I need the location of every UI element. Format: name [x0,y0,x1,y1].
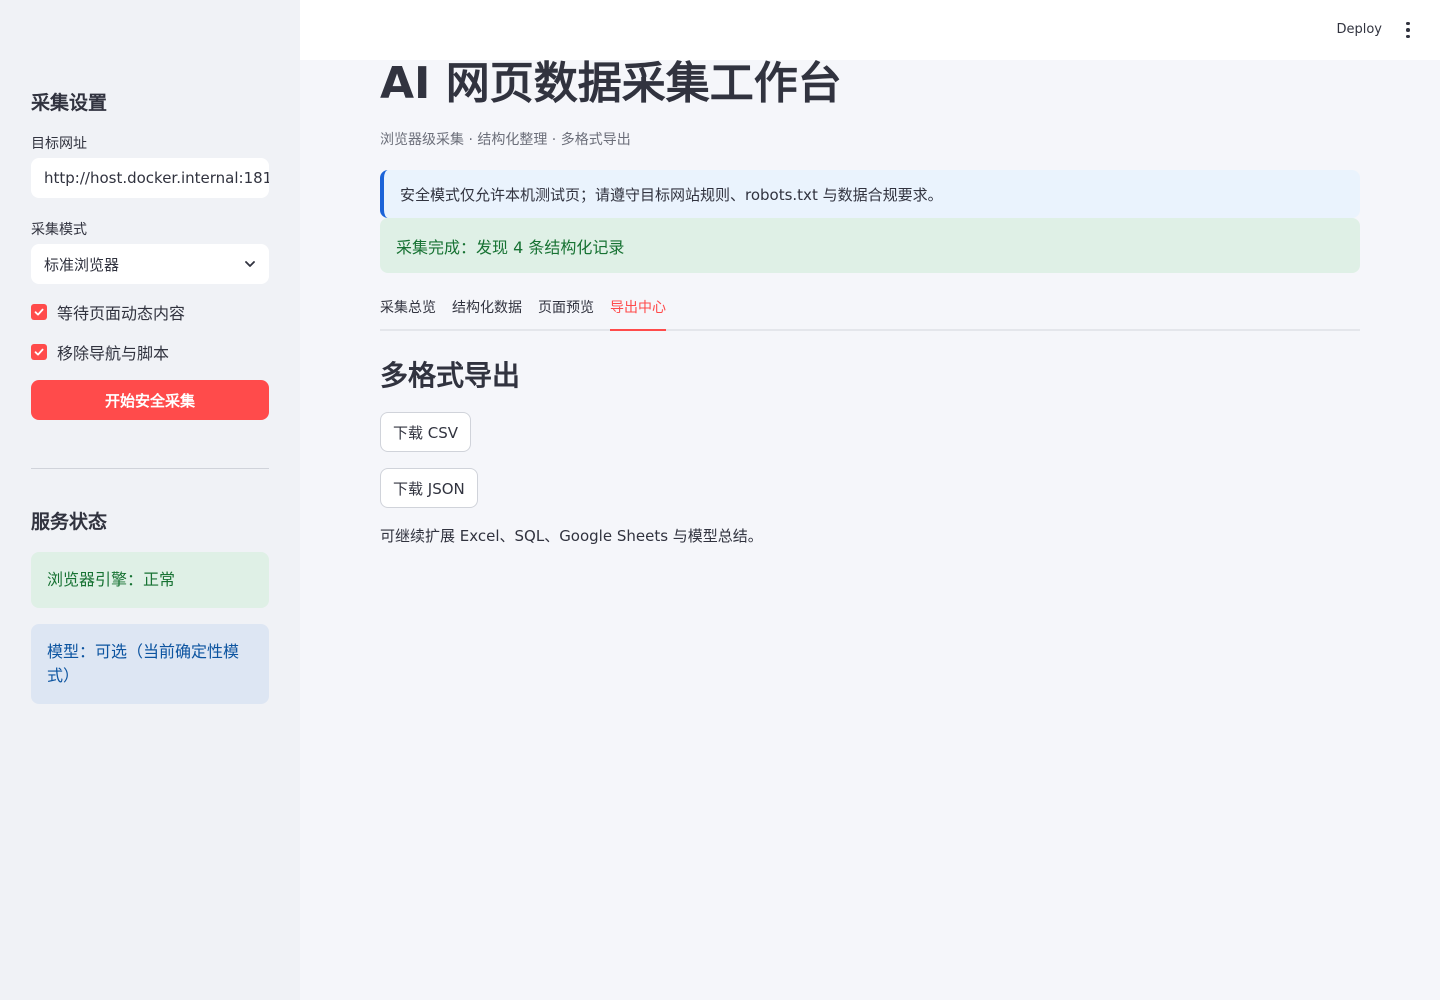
model-status-badge: 模型：可选（当前确定性模式） [31,624,269,704]
section-title: 多格式导出 [380,359,521,392]
tab-bar: 采集总览 结构化数据 页面预览 导出中心 [380,293,1360,331]
sidebar-divider [31,468,269,469]
tab-structured-data[interactable]: 结构化数据 [452,293,522,329]
download-csv-button[interactable]: 下载 CSV [380,412,472,452]
mode-select-value: 标准浏览器 [44,255,120,274]
url-label: 目标网址 [31,136,87,152]
chevron-down-icon [245,261,255,267]
tab-overview[interactable]: 采集总览 [380,293,436,329]
start-crawl-button[interactable]: 开始安全采集 [31,380,269,420]
safety-info-alert: 安全模式仅允许本机测试页；请遵守目标网站规则、robots.txt 与数据合规要… [380,170,1360,218]
url-input[interactable]: http://host.docker.internal:18149 [31,158,269,198]
success-alert: 采集完成：发现 4 条结构化记录 [380,218,1360,273]
tab-export-center[interactable]: 导出中心 [610,293,666,331]
browser-status-badge: 浏览器引擎：正常 [31,552,269,608]
strip-scripts-checkbox[interactable]: 移除导航与脚本 [31,340,269,364]
mode-label: 采集模式 [31,222,87,238]
checkbox-checked-icon [31,304,47,320]
dynamic-content-label: 等待页面动态内容 [57,304,186,323]
settings-heading: 采集设置 [31,92,108,114]
download-json-button[interactable]: 下载 JSON [380,468,478,508]
extension-note: 可继续扩展 Excel、SQL、Google Sheets 与模型总结。 [380,527,763,545]
dynamic-content-checkbox[interactable]: 等待页面动态内容 [31,300,269,324]
page-title: AI 网页数据采集工作台 [380,58,842,109]
status-heading: 服务状态 [31,511,108,533]
strip-scripts-label: 移除导航与脚本 [57,344,170,363]
top-bar: Deploy [300,0,1440,60]
more-menu-icon[interactable] [1400,20,1416,40]
deploy-button[interactable]: Deploy [1336,20,1382,40]
mode-select[interactable]: 标准浏览器 [31,244,269,284]
sidebar: 采集设置 目标网址 http://host.docker.internal:18… [0,0,300,1000]
main-content: AI 网页数据采集工作台 浏览器级采集 · 结构化整理 · 多格式导出 安全模式… [380,58,1360,548]
checkbox-checked-icon [31,344,47,360]
page-subtitle: 浏览器级采集 · 结构化整理 · 多格式导出 [380,132,631,148]
tab-page-preview[interactable]: 页面预览 [538,293,594,329]
